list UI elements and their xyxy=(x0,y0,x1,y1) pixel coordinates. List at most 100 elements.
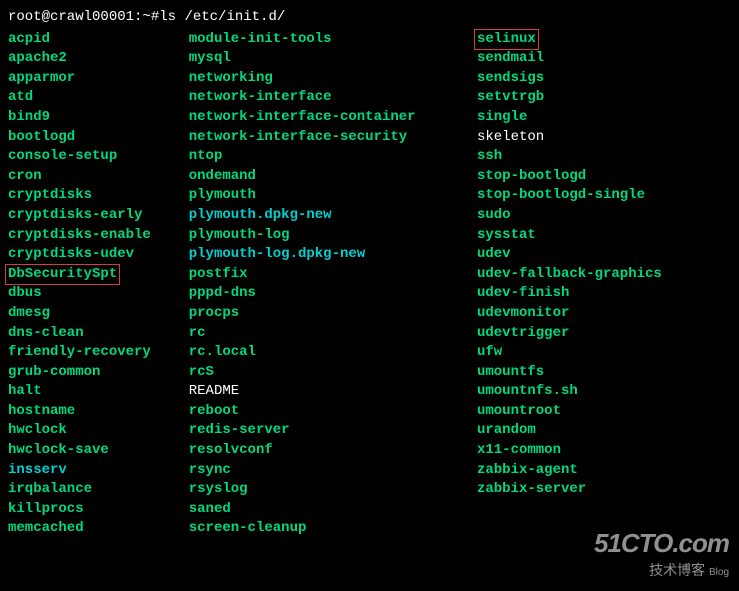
file-name: urandom xyxy=(477,422,536,438)
file-name: plymouth.dpkg-new xyxy=(189,207,332,223)
file-entry: rcS xyxy=(189,363,477,383)
file-name: skeleton xyxy=(477,129,544,145)
file-name: single xyxy=(477,109,527,125)
file-name: umountfs xyxy=(477,364,544,380)
file-entry: umountfs xyxy=(477,363,731,383)
file-name: sysstat xyxy=(477,227,536,243)
file-entry: procps xyxy=(189,304,477,324)
file-entry: README xyxy=(189,382,477,402)
file-entry: plymouth-log.dpkg-new xyxy=(189,245,477,265)
file-entry: DbSecuritySpt xyxy=(8,265,189,285)
file-entry: cryptdisks-udev xyxy=(8,245,189,265)
file-entry: screen-cleanup xyxy=(189,519,477,539)
file-entry: insserv xyxy=(8,461,189,481)
file-name: udev xyxy=(477,246,511,262)
directory-listing: acpidapache2apparmoratdbind9bootlogdcons… xyxy=(8,30,731,539)
file-name: sudo xyxy=(477,207,511,223)
file-entry: plymouth.dpkg-new xyxy=(189,206,477,226)
file-entry: urandom xyxy=(477,421,731,441)
file-entry: sudo xyxy=(477,206,731,226)
file-name: README xyxy=(189,383,239,399)
file-entry: redis-server xyxy=(189,421,477,441)
file-name: pppd-dns xyxy=(189,285,256,301)
file-entry: bind9 xyxy=(8,108,189,128)
file-entry: sysstat xyxy=(477,226,731,246)
file-name: setvtrgb xyxy=(477,89,544,105)
file-name: rsync xyxy=(189,462,231,478)
file-name: umountroot xyxy=(477,403,561,419)
file-entry: udev xyxy=(477,245,731,265)
file-name: rc.local xyxy=(189,344,256,360)
file-entry: x11-common xyxy=(477,441,731,461)
file-entry: hwclock xyxy=(8,421,189,441)
file-entry: rc xyxy=(189,324,477,344)
file-name: killprocs xyxy=(8,501,84,517)
prompt-line: root@crawl00001:~# ls /etc/init.d/ xyxy=(8,8,731,28)
file-entry: module-init-tools xyxy=(189,30,477,50)
file-name: network-interface-container xyxy=(189,109,416,125)
file-entry: ssh xyxy=(477,147,731,167)
file-name: hostname xyxy=(8,403,75,419)
file-entry: hwclock-save xyxy=(8,441,189,461)
file-name: selinux xyxy=(474,29,539,51)
file-name: redis-server xyxy=(189,422,290,438)
file-entry: setvtrgb xyxy=(477,88,731,108)
file-entry: network-interface-security xyxy=(189,128,477,148)
file-name: resolvconf xyxy=(189,442,273,458)
file-name: network-interface xyxy=(189,89,332,105)
file-name: acpid xyxy=(8,31,50,47)
file-name: memcached xyxy=(8,520,84,536)
file-name: hwclock-save xyxy=(8,442,109,458)
file-entry: cryptdisks-enable xyxy=(8,226,189,246)
file-entry: networking xyxy=(189,69,477,89)
file-name: bootlogd xyxy=(8,129,75,145)
file-name: grub-common xyxy=(8,364,100,380)
file-name: irqbalance xyxy=(8,481,92,497)
listing-column-1: acpidapache2apparmoratdbind9bootlogdcons… xyxy=(8,30,189,539)
file-name: sendmail xyxy=(477,50,544,66)
file-name: stop-bootlogd xyxy=(477,168,586,184)
file-name: zabbix-server xyxy=(477,481,586,497)
file-name: plymouth-log xyxy=(189,227,290,243)
file-name: zabbix-agent xyxy=(477,462,578,478)
file-name: umountnfs.sh xyxy=(477,383,578,399)
file-entry: sendsigs xyxy=(477,69,731,89)
file-entry: rsyslog xyxy=(189,480,477,500)
file-entry: udev-fallback-graphics xyxy=(477,265,731,285)
file-name: stop-bootlogd-single xyxy=(477,187,645,203)
file-name: plymouth-log.dpkg-new xyxy=(189,246,365,262)
file-name: cryptdisks-early xyxy=(8,207,142,223)
shell-command[interactable]: ls /etc/init.d/ xyxy=(159,8,285,28)
file-name: procps xyxy=(189,305,239,321)
file-entry: udevtrigger xyxy=(477,324,731,344)
file-entry: stop-bootlogd xyxy=(477,167,731,187)
file-name: screen-cleanup xyxy=(189,520,307,536)
file-entry: resolvconf xyxy=(189,441,477,461)
file-entry: cron xyxy=(8,167,189,187)
file-entry: selinux xyxy=(477,30,731,50)
file-name: rc xyxy=(189,325,206,341)
file-name: rsyslog xyxy=(189,481,248,497)
file-name: udevmonitor xyxy=(477,305,569,321)
file-entry: cryptdisks-early xyxy=(8,206,189,226)
file-entry: network-interface xyxy=(189,88,477,108)
file-name: module-init-tools xyxy=(189,31,332,47)
file-entry: ondemand xyxy=(189,167,477,187)
file-name: networking xyxy=(189,70,273,86)
shell-prompt: root@crawl00001:~# xyxy=(8,8,159,28)
file-name: dns-clean xyxy=(8,325,84,341)
file-name: ntop xyxy=(189,148,223,164)
file-name: apache2 xyxy=(8,50,67,66)
file-entry: skeleton xyxy=(477,128,731,148)
file-name: hwclock xyxy=(8,422,67,438)
file-name: x11-common xyxy=(477,442,561,458)
watermark-subtitle: 技术博客 Blog xyxy=(594,561,729,581)
file-name: cryptdisks xyxy=(8,187,92,203)
file-entry: ufw xyxy=(477,343,731,363)
file-entry: plymouth-log xyxy=(189,226,477,246)
file-entry: postfix xyxy=(189,265,477,285)
file-name: ondemand xyxy=(189,168,256,184)
file-entry: umountroot xyxy=(477,402,731,422)
file-entry: friendly-recovery xyxy=(8,343,189,363)
file-entry: ntop xyxy=(189,147,477,167)
